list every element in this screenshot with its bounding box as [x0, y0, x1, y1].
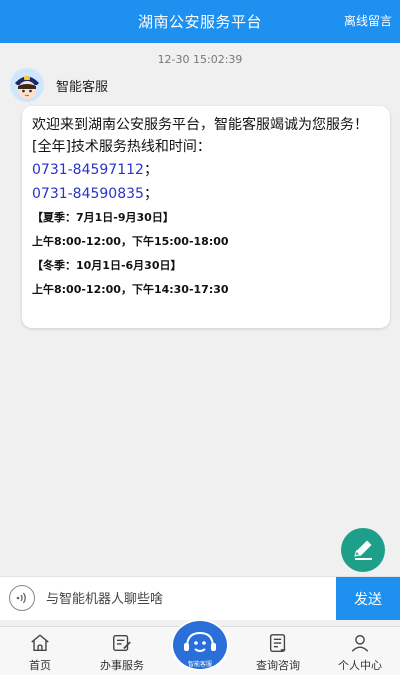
summer-season-title: 【夏季：7月1日-9月30日】 — [32, 211, 174, 224]
edit-pencil-icon — [354, 540, 372, 560]
message-input[interactable] — [44, 585, 328, 613]
compose-fab-button[interactable] — [341, 528, 385, 572]
tab-label: 个人中心 — [338, 659, 382, 672]
home-icon — [31, 634, 49, 652]
message-bubble: 欢迎来到湖南公安服务平台，智能客服竭诚为您服务！ [全年]技术服务热线和时间： … — [22, 106, 390, 328]
tab-services[interactable]: 办事服务 — [82, 627, 162, 675]
phone-line: 0731-84590835； — [32, 182, 380, 206]
winter-season-title: 【冬季：10月1日-6月30日】 — [32, 259, 182, 272]
police-avatar-icon — [10, 68, 44, 102]
phone-separator: ； — [143, 186, 158, 202]
voice-input-button[interactable] — [9, 585, 35, 611]
agent-name: 智能客服 — [56, 80, 109, 95]
winter-hours: 上午8:00-12:00，下午14:30-17:30 — [32, 283, 229, 296]
phone-link[interactable]: 0731-84597112 — [32, 162, 144, 178]
greeting-text: 欢迎来到湖南公安服务平台，智能客服竭诚为您服务！ — [32, 117, 368, 133]
query-icon — [269, 634, 286, 652]
top-bar: 湖南公安服务平台 离线留言 — [0, 0, 400, 43]
smart-service-circle: 智能客服 — [171, 619, 229, 671]
tab-profile[interactable]: 个人中心 — [320, 627, 400, 675]
service-icon — [113, 634, 131, 652]
offline-message-button[interactable]: 离线留言 — [344, 12, 392, 29]
summer-hours: 上午8:00-12:00，下午15:00-18:00 — [32, 235, 229, 248]
user-icon — [351, 634, 369, 652]
tab-query[interactable]: 查询咨询 — [238, 627, 318, 675]
chat-input-bar: 发送 — [0, 576, 400, 620]
app-root: 湖南公安服务平台 离线留言 12-30 15:02:39 智能客服 欢迎来到湖南… — [0, 0, 400, 675]
smart-service-label: 智能客服 — [187, 661, 212, 668]
phone-link[interactable]: 0731-84590835 — [32, 186, 144, 202]
tab-label: 办事服务 — [100, 659, 144, 672]
tab-label: 首页 — [29, 659, 51, 672]
tab-home[interactable]: 首页 — [0, 627, 80, 675]
tab-label: 查询咨询 — [256, 659, 300, 672]
page-title: 湖南公安服务平台 — [137, 13, 262, 31]
hotline-title: [全年]技术服务热线和时间： — [32, 139, 211, 155]
phone-separator: ； — [143, 162, 158, 178]
agent-avatar — [10, 68, 44, 102]
send-button[interactable]: 发送 — [336, 577, 400, 620]
phone-line: 0731-84597112； — [32, 158, 380, 182]
message-timestamp: 12-30 15:02:39 — [157, 53, 243, 66]
tab-smart-service[interactable]: 智能客服 — [170, 619, 230, 675]
voice-wave-icon — [16, 592, 26, 604]
